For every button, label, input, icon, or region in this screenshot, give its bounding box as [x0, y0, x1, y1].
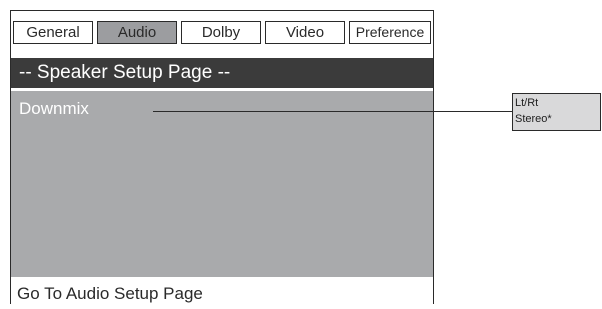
- tab-audio[interactable]: Audio: [97, 21, 177, 44]
- tab-dolby[interactable]: Dolby: [181, 21, 261, 44]
- downmix-setting[interactable]: Downmix: [19, 99, 89, 119]
- option-lt-rt[interactable]: Lt/Rt: [515, 95, 598, 111]
- tab-video[interactable]: Video: [265, 21, 345, 44]
- setup-menu-panel: General Audio Dolby Video Preference -- …: [10, 10, 434, 304]
- settings-area: Downmix: [11, 91, 433, 277]
- callout-line: [153, 111, 512, 112]
- page-title: -- Speaker Setup Page --: [11, 58, 433, 88]
- downmix-options-box: Lt/Rt Stereo*: [512, 93, 601, 131]
- tab-general[interactable]: General: [13, 21, 93, 44]
- tab-preference[interactable]: Preference: [349, 21, 431, 44]
- tab-bar: General Audio Dolby Video Preference: [11, 11, 433, 55]
- footer-hint: Go To Audio Setup Page: [17, 284, 203, 303]
- option-stereo[interactable]: Stereo*: [515, 111, 598, 127]
